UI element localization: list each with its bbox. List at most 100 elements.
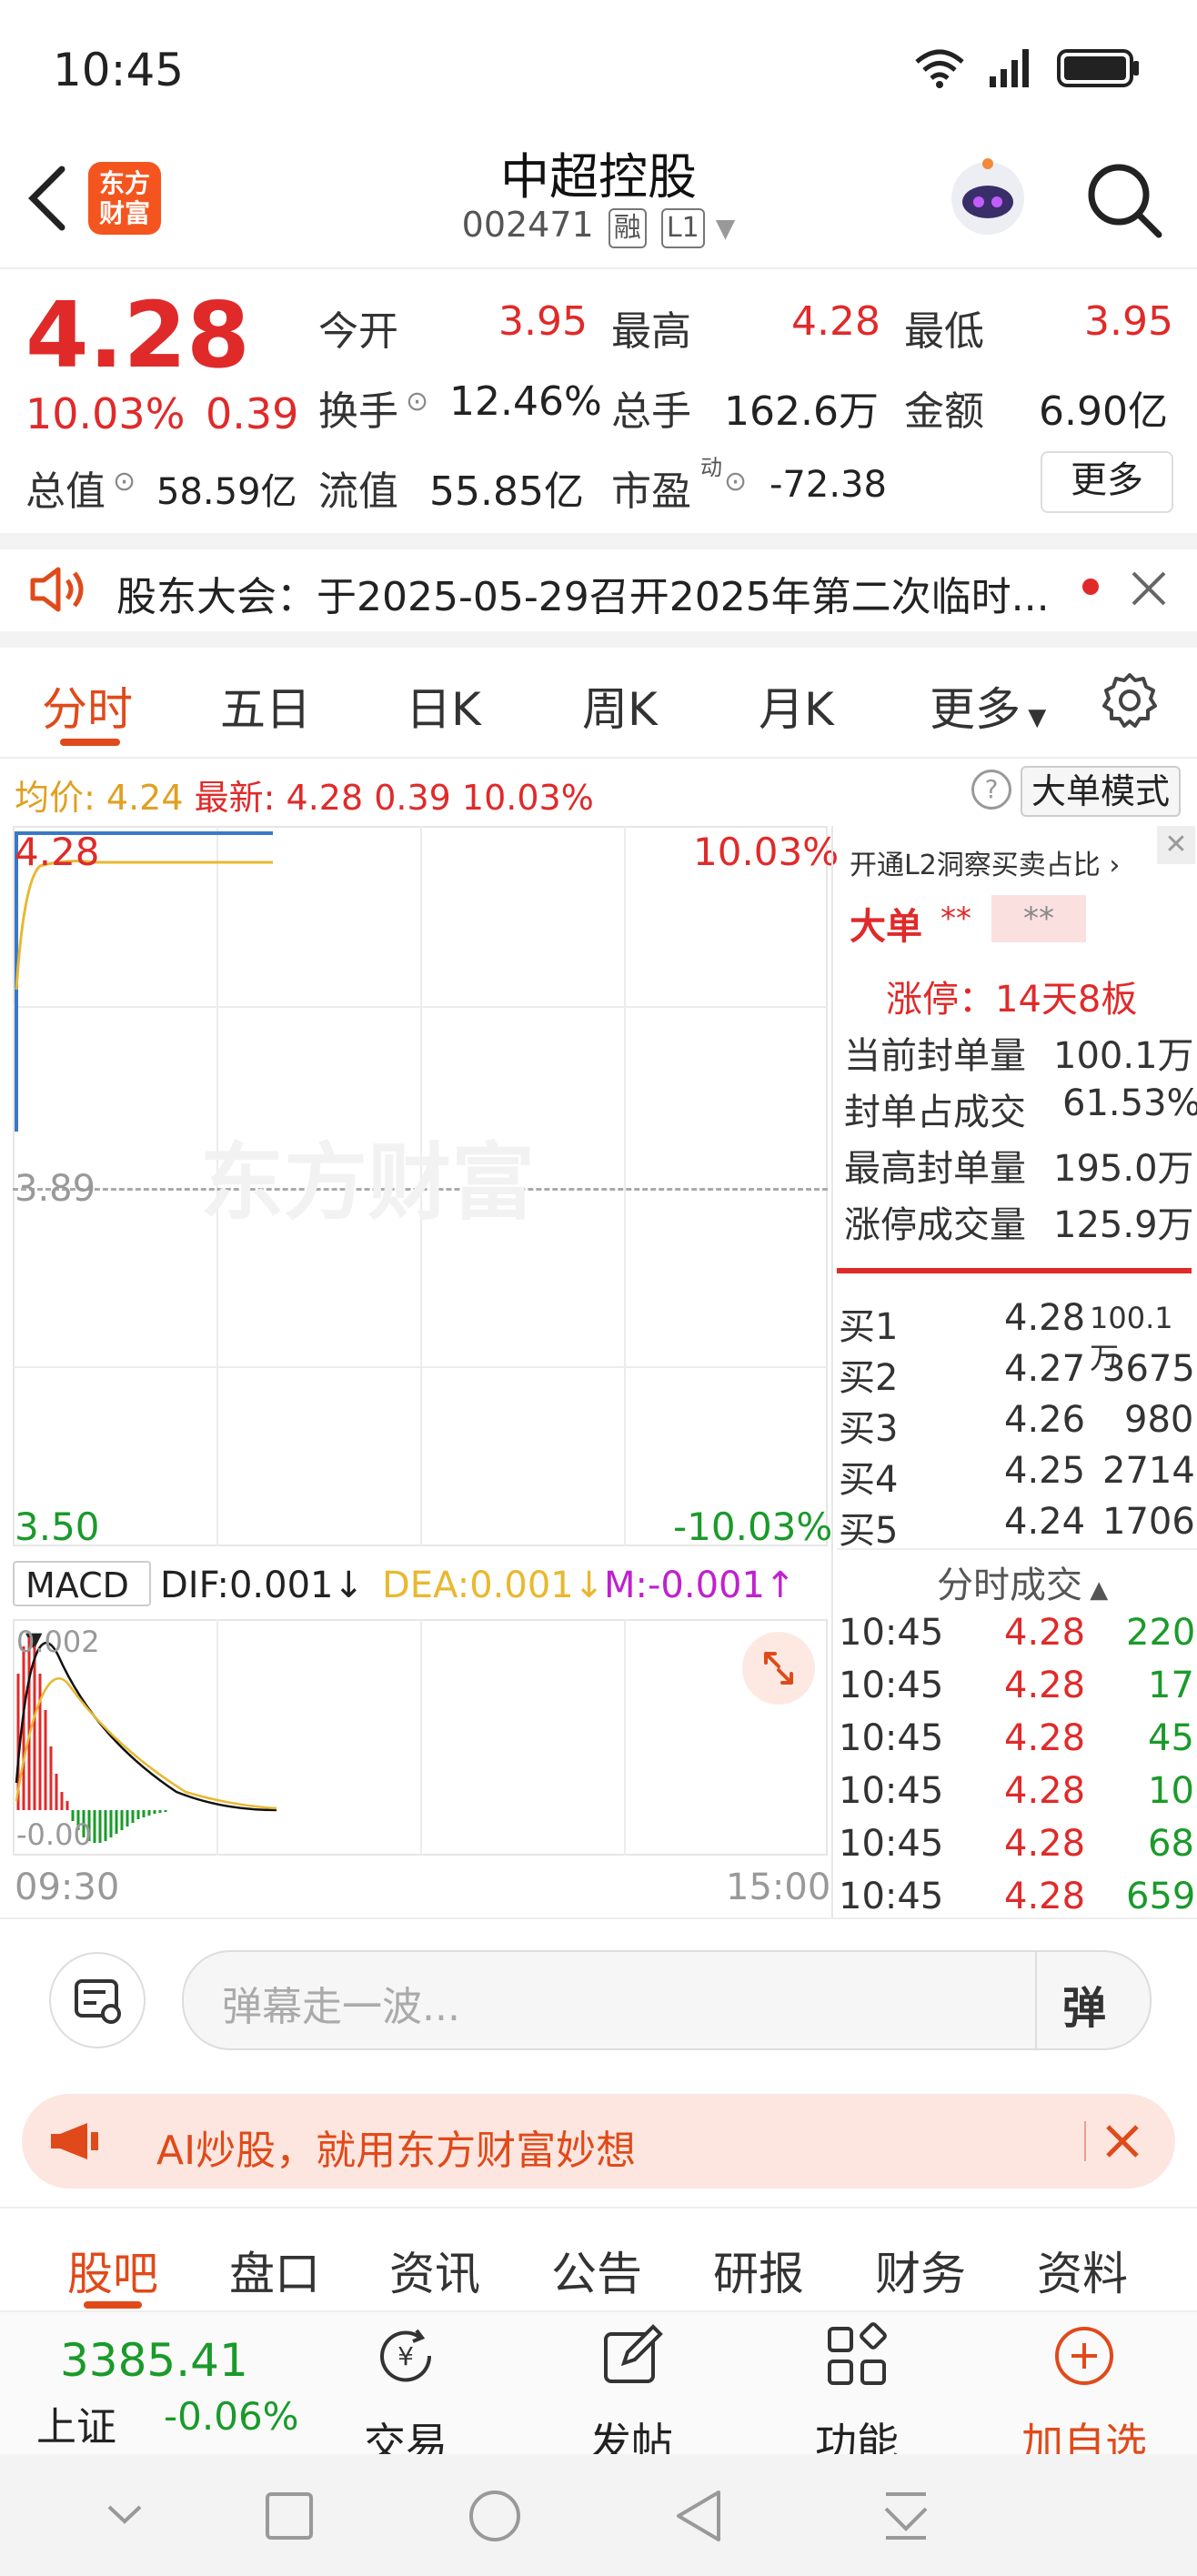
pe-label: 市盈 [611,468,691,515]
bid-label: 买4 [839,1459,899,1501]
tab-pankou[interactable]: 盘口 [229,2238,320,2303]
float-value: 55.85亿 [429,468,584,515]
stat-value: 195.0万 [1053,1148,1194,1190]
price-top-label: 4.28 [15,830,100,874]
latest-change: 0.39 [374,778,451,818]
signal-icon [990,49,1029,87]
tab-five-day[interactable]: 五日 [220,673,311,739]
tab-more[interactable]: 更多 ▼ [930,673,1046,739]
danmu-input[interactable]: 弹幕走一波... 弹 [182,1950,1152,2050]
close-icon[interactable] [1130,569,1168,608]
ai-banner-text: AI炒股，就用东方财富妙想 [156,2128,637,2174]
tick-price: 4.28 [1004,1665,1086,1706]
open-label: 今开 [318,308,398,355]
current-price: 4.28 [25,282,250,388]
tab-finance[interactable]: 财务 [875,2238,966,2303]
info-icon[interactable]: ⊙ [406,386,428,418]
stat-label: 封单占成交 [844,1092,1026,1133]
tab-intraday[interactable]: 分时 [42,673,133,739]
big-order-buy: ** [940,901,971,937]
search-icon[interactable] [1084,160,1164,240]
bid-price: 4.27 [1004,1348,1086,1390]
stat-label: 最高封单量 [844,1148,1026,1190]
price-mid-label: 3.89 [15,1168,96,1210]
download-icon[interactable] [880,2489,931,2543]
volume-value: 162.6万 [724,388,879,435]
avg-value: 4.24 [106,778,184,818]
tick-volume: 10 [1148,1770,1194,1812]
bid-volume: 2714 [1102,1450,1195,1492]
close-icon[interactable] [1104,2123,1141,2159]
price-bottom-label: 3.50 [15,1504,100,1549]
expand-icon [764,1652,793,1685]
pe-superscript: 动 [700,455,722,480]
ai-banner[interactable]: AI炒股，就用东方财富妙想 [22,2094,1175,2189]
tick-volume: 68 [1148,1823,1194,1865]
stock-code: 002471 [461,205,594,245]
speaker-icon [30,567,84,612]
home-icon[interactable] [468,2489,522,2543]
danmu-toggle-icon[interactable]: 弹 [1062,1972,1106,2036]
ticks-title[interactable]: 分时成交 ▲ [937,1555,1108,1608]
edit-icon [604,2324,663,2383]
dropdown-icon[interactable]: ▼ [716,213,736,243]
bid-volume: 1706 [1102,1501,1195,1543]
open-value: 3.95 [498,298,588,345]
time-start-label: 09:30 [15,1867,120,1908]
tab-monthly-k[interactable]: 月K [759,673,834,739]
stat-value: 61.53% [1062,1082,1197,1124]
bid-label: 买5 [839,1510,899,1552]
status-time: 10:45 [53,44,185,96]
back-nav-icon[interactable] [673,2489,724,2543]
tab-profile[interactable]: 资料 [1037,2238,1128,2303]
info-icon[interactable]: ⊙ [113,466,136,498]
tick-time: 10:45 [839,1770,944,1812]
l2-link[interactable]: 开通L2洞察买卖占比 › [850,842,1120,882]
tab-announcement[interactable]: 公告 [551,2238,642,2303]
macd-m: M:-0.001↑ [604,1565,796,1606]
bid-label: 买2 [839,1357,899,1399]
chevron-down-icon[interactable] [102,2492,147,2538]
float-label: 流值 [318,468,398,515]
help-icon[interactable]: ? [971,770,1011,810]
tick-volume: 220 [1126,1612,1196,1654]
bid-price: 4.28 [1004,1297,1086,1339]
recents-icon[interactable] [264,2490,315,2541]
turnover-label: 换手 [318,388,398,435]
tab-weekly-k[interactable]: 周K [582,673,658,739]
price-line-chart [15,831,273,1132]
tab-guba[interactable]: 股吧 [67,2238,158,2303]
tab-news[interactable]: 资讯 [389,2238,480,2303]
macd-top-label: 0.002 [16,1625,100,1659]
high-value: 4.28 [791,298,880,345]
settings-gear-icon[interactable] [1101,671,1159,730]
wifi-icon [915,49,964,88]
more-button[interactable]: 更多 [1041,451,1173,513]
latest-value: 4.28 [286,778,364,818]
big-order-mode-button[interactable]: 大单模式 [1021,766,1181,817]
bottom-tab-indicator [84,2301,142,2309]
info-icon[interactable]: ⊙ [724,466,747,498]
close-icon[interactable]: ✕ [1157,826,1195,864]
tab-daily-k[interactable]: 日K [406,673,481,739]
amount-label: 金额 [904,388,984,435]
latest-label: 最新: [194,778,276,818]
index-change: -0.06% [164,2394,299,2439]
index-value[interactable]: 3385.41 [60,2334,248,2387]
comment-list-button[interactable] [49,1952,146,2048]
notice-text[interactable]: 股东大会：于2025-05-29召开2025年第二次临时... [116,564,1050,622]
tick-volume: 17 [1148,1665,1194,1706]
tick-time: 10:45 [839,1876,944,1917]
robot-avatar-icon[interactable] [942,155,1033,246]
tab-indicator [60,739,120,746]
tick-time: 10:45 [839,1717,944,1759]
stat-value: 100.1万 [1053,1035,1194,1077]
expand-button[interactable] [742,1632,815,1705]
limit-line [837,1268,1192,1273]
tab-research[interactable]: 研报 [713,2238,804,2303]
bid-price: 4.25 [1004,1450,1086,1492]
tick-volume: 659 [1126,1876,1196,1917]
pct-top-label: 10.03% [693,830,840,874]
bid-price: 4.24 [1004,1501,1086,1543]
macd-selector[interactable]: MACD ▼ [13,1561,151,1653]
